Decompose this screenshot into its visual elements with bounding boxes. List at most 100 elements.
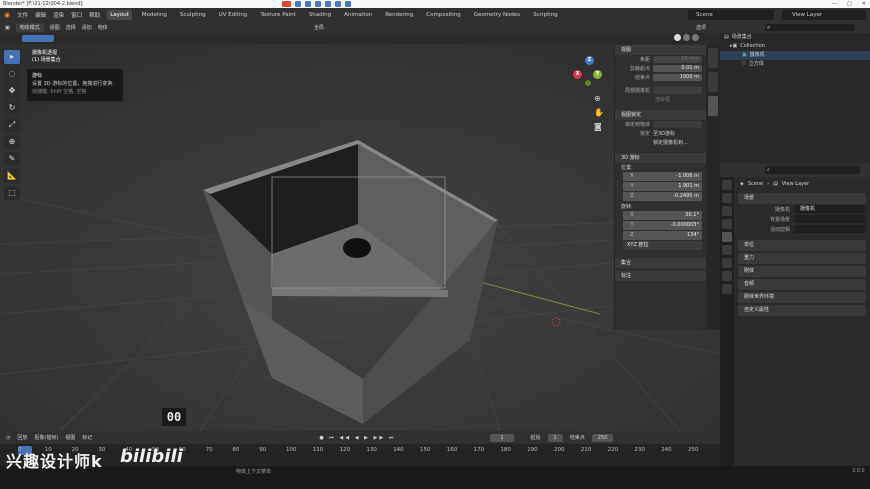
tab-geometry-nodes[interactable]: Geometry Nodes (471, 10, 523, 20)
shading-buttons[interactable] (614, 34, 704, 43)
cursor-rot-z-field[interactable]: Z 134° (623, 231, 702, 240)
annotation-section-header[interactable]: 标注 (615, 271, 706, 281)
rigid-body-world-section-header[interactable]: 刚体世界环境 (738, 292, 866, 303)
close-button[interactable]: ✕ (862, 0, 866, 8)
scene-section-header[interactable]: 场景 (738, 193, 866, 204)
tab-animation[interactable]: Animation (341, 10, 375, 20)
material-shading-icon[interactable] (682, 34, 690, 41)
active-clip-field[interactable] (794, 225, 866, 233)
clip-start-field[interactable]: 0.01 m (653, 65, 702, 72)
custom-props-section-header[interactable]: 自定义属性 (738, 305, 866, 316)
menu-view[interactable]: 视图 (65, 434, 75, 441)
move-tool-button[interactable]: ✥ (4, 84, 20, 98)
tab-shading[interactable]: Shading (306, 10, 334, 20)
cursor-rot-y-field[interactable]: Y -0.000003° (623, 221, 702, 230)
menu-keying[interactable]: 抠像(插帧) (34, 434, 58, 441)
collection-section-header[interactable]: 集合 (615, 258, 706, 268)
navigation-gizmo[interactable]: Z X Y (570, 56, 610, 96)
playback-controls[interactable]: ● ⏮ ◀◀ ◀ ▶ ▶▶ ⏭ (319, 435, 395, 441)
editor-type-icon[interactable]: ◷ (6, 435, 10, 441)
orientation-selector[interactable]: 全局 (314, 24, 324, 31)
bg-scene-field[interactable] (794, 215, 866, 223)
clip-end-field[interactable]: 1000 m (653, 74, 702, 81)
tab-render-props[interactable] (722, 193, 732, 203)
select-tool-button[interactable]: ▸ (4, 50, 20, 64)
tab-modeling[interactable]: Modeling (139, 10, 170, 20)
rigid-body-section-header[interactable]: 刚体 (738, 266, 866, 277)
solid-shading-icon[interactable] (674, 34, 681, 41)
focal-field[interactable]: 50 mm (653, 56, 702, 63)
cursor-loc-x-field[interactable]: X -1.006 m (623, 172, 702, 181)
menu-view[interactable]: 视图 (50, 24, 60, 31)
outliner-item-cube[interactable]: ▽ 立方体 (720, 60, 870, 69)
properties-search-input[interactable]: ⌕ (765, 166, 860, 174)
lock-camera-view-checkbox[interactable]: 锁定摄像机到... (653, 139, 688, 146)
rotate-tool-button[interactable]: ↻ (4, 101, 20, 115)
start-frame-field[interactable]: 1 (547, 433, 563, 442)
tab-world-props[interactable] (722, 245, 732, 255)
transform-tool-button[interactable]: ⊕ (4, 135, 20, 149)
tab-constraint-props[interactable] (722, 271, 732, 281)
tab-texture-paint[interactable]: Texture Paint (257, 10, 299, 20)
rotation-mode-select[interactable]: XYZ 欧拉 (623, 241, 702, 250)
gizmo-y-axis[interactable]: Y (593, 70, 602, 79)
gravity-section-header[interactable]: 重力 (738, 253, 866, 264)
menu-edit[interactable]: 编辑 (35, 11, 46, 19)
cursor-loc-y-field[interactable]: Y 1.901 m (623, 182, 702, 191)
outliner-search-input[interactable]: ⌕ (765, 24, 855, 31)
view-layer-selector[interactable]: View Layer (782, 10, 866, 20)
tab-sculpting[interactable]: Sculpting (177, 10, 209, 20)
gizmo-z-axis[interactable]: Z (585, 56, 594, 65)
gizmo-x-axis[interactable]: X (573, 70, 582, 79)
menu-add[interactable]: 添加 (82, 24, 92, 31)
menu-select[interactable]: 选择 (66, 24, 76, 31)
measure-tool-button[interactable]: 📐 (4, 169, 20, 183)
pan-hand-icon[interactable]: ✋ (594, 106, 604, 120)
select-mode-buttons[interactable] (22, 35, 54, 42)
camera-view-icon[interactable]: ◙ (594, 120, 604, 134)
menu-playback[interactable]: 回放 (17, 434, 27, 441)
menu-marker[interactable]: 标记 (82, 434, 92, 441)
3d-viewport[interactable]: Z X Y ⊕ ✋ ◙ (0, 44, 720, 431)
menu-window[interactable]: 窗口 (71, 11, 82, 19)
tab-tool[interactable] (708, 72, 718, 92)
gizmo-neg-y[interactable] (585, 80, 591, 86)
camera-field[interactable]: 摄像机 (794, 205, 866, 213)
audio-section-header[interactable]: 音频 (738, 279, 866, 290)
scale-tool-button[interactable]: ⤢ (4, 118, 20, 132)
tab-data-props[interactable] (722, 284, 732, 294)
view-lock-section-header[interactable]: 视图锁定 (615, 110, 706, 120)
mode-selector[interactable]: 物体模式 (15, 23, 44, 32)
render-shading-icon[interactable] (691, 34, 699, 41)
tab-compositing[interactable]: Compositing (423, 10, 463, 20)
lock-3d-cursor-checkbox[interactable]: 至3D游标 (653, 130, 675, 137)
render-region-checkbox[interactable]: 渲染框 (615, 95, 706, 104)
tab-object-props[interactable] (722, 258, 732, 268)
options-button[interactable]: 选项 (696, 24, 706, 31)
cursor-tool-button[interactable]: ◌ (4, 67, 20, 81)
blender-logo-icon[interactable]: ◉ (4, 11, 10, 19)
menu-render[interactable]: 渲染 (53, 11, 64, 19)
tab-rendering[interactable]: Rendering (382, 10, 416, 20)
tab-item[interactable] (708, 48, 718, 68)
end-frame-field[interactable]: 250 (591, 433, 614, 442)
view-section-header[interactable]: 视图 (615, 45, 706, 55)
lock-to-object-field[interactable] (653, 121, 702, 128)
tab-uv-editing[interactable]: UV Editing (216, 10, 251, 20)
tab-view-layer-props[interactable] (722, 219, 732, 229)
maximize-button[interactable]: □ (847, 0, 852, 8)
outliner-item-camera[interactable]: ▣ 摄像机 (720, 51, 870, 60)
minimize-button[interactable]: — (832, 0, 837, 8)
menu-help[interactable]: 帮助 (89, 11, 100, 19)
units-section-header[interactable]: 单位 (738, 240, 866, 251)
tab-tool-props[interactable] (722, 180, 732, 190)
menu-file[interactable]: 文件 (17, 11, 28, 19)
tab-layout[interactable]: Layout (107, 10, 132, 20)
tab-scene-props[interactable] (722, 232, 732, 242)
outliner-scene-collection[interactable]: ▤ 场景集合 (720, 33, 870, 42)
3d-cursor-section-header[interactable]: 3D 游标 (615, 153, 706, 163)
zoom-icon[interactable]: ⊕ (594, 92, 604, 106)
cursor-rot-x-field[interactable]: X 50.1° (623, 211, 702, 220)
add-cube-tool-button[interactable]: ⬚ (4, 186, 20, 200)
current-frame-field[interactable]: 1 (490, 433, 514, 442)
